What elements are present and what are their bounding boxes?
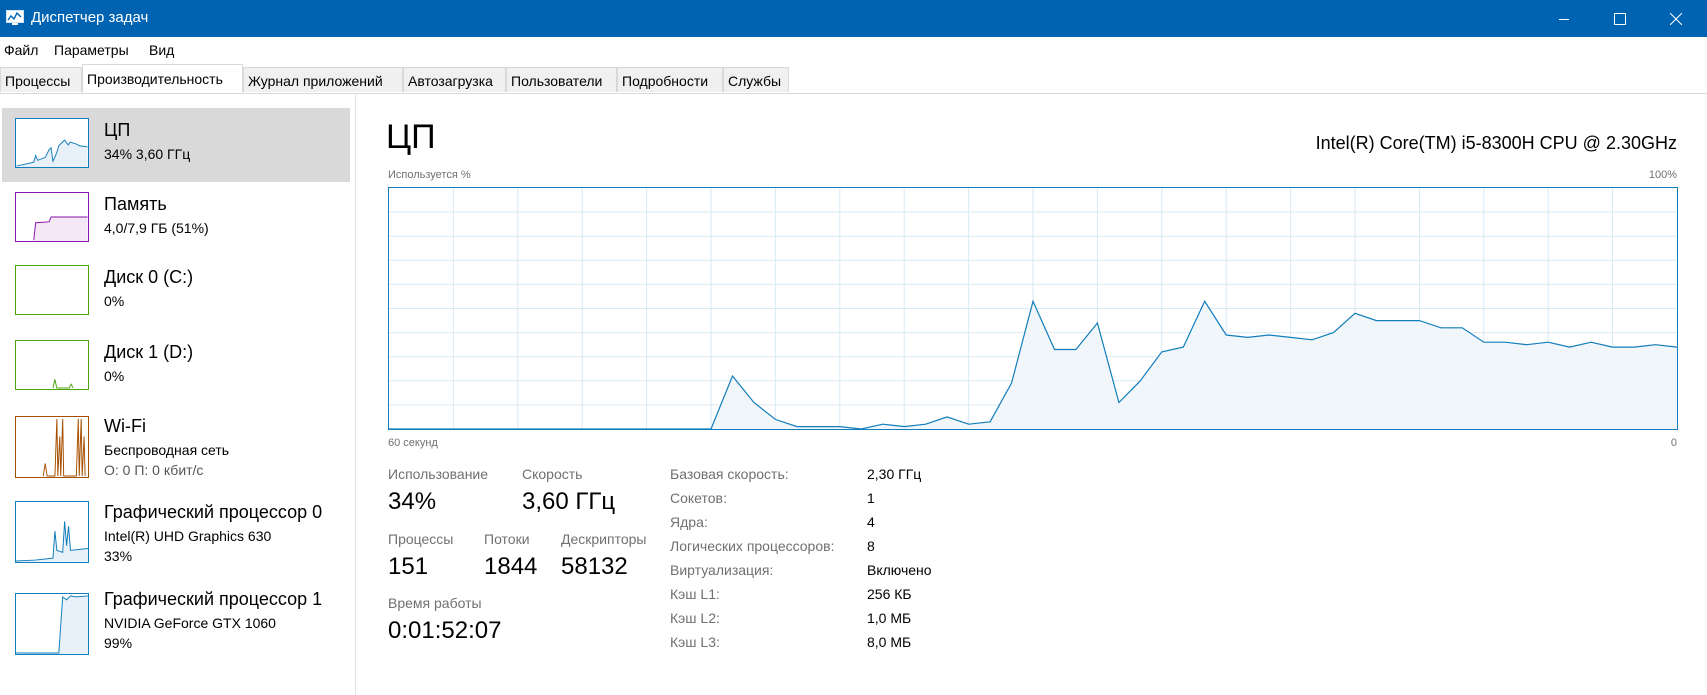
sidebar-item-title: Графический процессор 1 bbox=[104, 589, 323, 609]
sidebar-item-title: ЦП bbox=[104, 120, 131, 140]
sidebar-item-disk1[interactable]: Диск 1 (D:) 0% bbox=[2, 332, 350, 407]
handles-label: Дескрипторы bbox=[561, 531, 647, 547]
virtualization-value: Включено bbox=[867, 562, 932, 578]
base-speed-label: Базовая скорость: bbox=[670, 466, 789, 482]
sidebar-item-gpu0[interactable]: Графический процессор 0 Intel(R) UHD Gra… bbox=[2, 494, 350, 579]
network-graph-icon bbox=[15, 416, 89, 478]
menu-options[interactable]: Параметры bbox=[54, 42, 129, 58]
usage-label: Использование bbox=[388, 466, 489, 482]
sidebar-item-title: Wi-Fi bbox=[104, 416, 146, 436]
sidebar-item-usage: 33% bbox=[104, 548, 133, 564]
sidebar-item-subtitle: 4,0/7,9 ГБ (51%) bbox=[104, 220, 209, 236]
sidebar-item-title: Диск 0 (C:) bbox=[104, 267, 194, 287]
graph-x-right-label: 0 bbox=[1670, 437, 1677, 449]
processes-label: Процессы bbox=[388, 531, 454, 547]
gpu-graph-icon bbox=[15, 593, 89, 655]
graph-y-label: Используется % bbox=[388, 169, 471, 181]
cpu-usage-graph bbox=[388, 187, 1678, 430]
sidebar-item-subtitle: 0% bbox=[104, 293, 125, 309]
handles-value: 58132 bbox=[561, 553, 628, 580]
sidebar-item-subtitle: 0% bbox=[104, 368, 125, 384]
minimize-icon bbox=[1559, 18, 1569, 20]
logical-processors-value: 8 bbox=[867, 538, 875, 554]
tab-strip: Процессы Производительность Журнал прило… bbox=[0, 62, 1707, 94]
speed-label: Скорость bbox=[522, 466, 583, 482]
menu-view[interactable]: Вид bbox=[149, 42, 174, 58]
sidebar-item-title: Память bbox=[104, 194, 167, 214]
window-title: Диспетчер задач bbox=[31, 9, 149, 26]
task-manager-icon bbox=[6, 10, 24, 25]
virtualization-label: Виртуализация: bbox=[670, 562, 774, 578]
sidebar-item-subtitle: NVIDIA GeForce GTX 1060 bbox=[104, 615, 276, 631]
sidebar: ЦП 34% 3,60 ГГц Память 4,0/7,9 ГБ (51%) … bbox=[0, 94, 356, 695]
sidebar-item-wifi[interactable]: Wi-Fi Беспроводная сеть О: 0 П: 0 кбит/с bbox=[2, 407, 350, 489]
base-speed-value: 2,30 ГГц bbox=[867, 466, 922, 482]
sidebar-item-memory[interactable]: Память 4,0/7,9 ГБ (51%) bbox=[2, 182, 350, 257]
memory-graph-icon bbox=[15, 192, 89, 242]
tab-users[interactable]: Пользователи bbox=[506, 67, 617, 92]
maximize-icon bbox=[1614, 12, 1626, 25]
close-icon bbox=[1670, 12, 1682, 25]
threads-label: Потоки bbox=[484, 531, 530, 547]
sidebar-item-disk0[interactable]: Диск 0 (C:) 0% bbox=[2, 257, 350, 332]
page-title: ЦП bbox=[386, 118, 436, 156]
menu-bar: Файл Параметры Вид bbox=[0, 37, 1707, 61]
speed-value: 3,60 ГГц bbox=[522, 488, 616, 515]
sidebar-item-cpu[interactable]: ЦП 34% 3,60 ГГц bbox=[2, 108, 350, 182]
graph-y-max-label: 100% bbox=[1648, 169, 1677, 181]
l3-cache-value: 8,0 МБ bbox=[867, 634, 912, 650]
sidebar-item-subtitle: 34% 3,60 ГГц bbox=[104, 146, 191, 162]
cpu-usage-chart bbox=[389, 188, 1677, 429]
l1-cache-value: 256 КБ bbox=[867, 586, 912, 602]
l1-cache-label: Кэш L1: bbox=[670, 586, 720, 602]
uptime-value: 0:01:52:07 bbox=[388, 617, 502, 644]
l2-cache-label: Кэш L2: bbox=[670, 610, 720, 626]
sidebar-item-title: Графический процессор 0 bbox=[104, 502, 323, 522]
logical-processors-label: Логических процессоров: bbox=[670, 538, 835, 554]
uptime-label: Время работы bbox=[388, 595, 482, 611]
tab-performance[interactable]: Производительность bbox=[82, 64, 243, 93]
tab-services[interactable]: Службы bbox=[723, 67, 789, 92]
processes-value: 151 bbox=[388, 553, 429, 580]
sockets-label: Сокетов: bbox=[670, 490, 727, 506]
cores-label: Ядра: bbox=[670, 514, 708, 530]
disk-graph-icon bbox=[15, 340, 89, 390]
sockets-value: 1 bbox=[867, 490, 875, 506]
threads-value: 1844 bbox=[484, 553, 538, 580]
graph-x-left-label: 60 секунд bbox=[388, 437, 438, 449]
close-button[interactable] bbox=[1648, 0, 1704, 37]
usage-value: 34% bbox=[388, 488, 437, 515]
sidebar-item-usage: 99% bbox=[104, 635, 133, 651]
sidebar-item-gpu1[interactable]: Графический процессор 1 NVIDIA GeForce G… bbox=[2, 581, 350, 666]
l2-cache-value: 1,0 МБ bbox=[867, 610, 912, 626]
tab-details[interactable]: Подробности bbox=[617, 67, 723, 92]
tab-processes[interactable]: Процессы bbox=[0, 67, 82, 92]
minimize-button[interactable] bbox=[1536, 0, 1592, 37]
gpu-graph-icon bbox=[15, 501, 89, 563]
tab-startup[interactable]: Автозагрузка bbox=[403, 67, 506, 92]
tab-app-history[interactable]: Журнал приложений bbox=[243, 67, 403, 92]
cpu-graph-icon bbox=[15, 118, 89, 168]
cpu-model: Intel(R) Core(TM) i5-8300H CPU @ 2.30GHz bbox=[1315, 133, 1677, 153]
sidebar-item-subtitle: Беспроводная сеть bbox=[104, 442, 230, 458]
sidebar-item-throughput: О: 0 П: 0 кбит/с bbox=[104, 462, 204, 478]
title-bar: Диспетчер задач bbox=[0, 0, 1707, 37]
menu-file[interactable]: Файл bbox=[4, 42, 38, 58]
sidebar-item-subtitle: Intel(R) UHD Graphics 630 bbox=[104, 528, 272, 544]
maximize-button[interactable] bbox=[1592, 0, 1648, 37]
disk-graph-icon bbox=[15, 265, 89, 315]
sidebar-item-title: Диск 1 (D:) bbox=[104, 342, 194, 362]
cores-value: 4 bbox=[867, 514, 875, 530]
l3-cache-label: Кэш L3: bbox=[670, 634, 720, 650]
